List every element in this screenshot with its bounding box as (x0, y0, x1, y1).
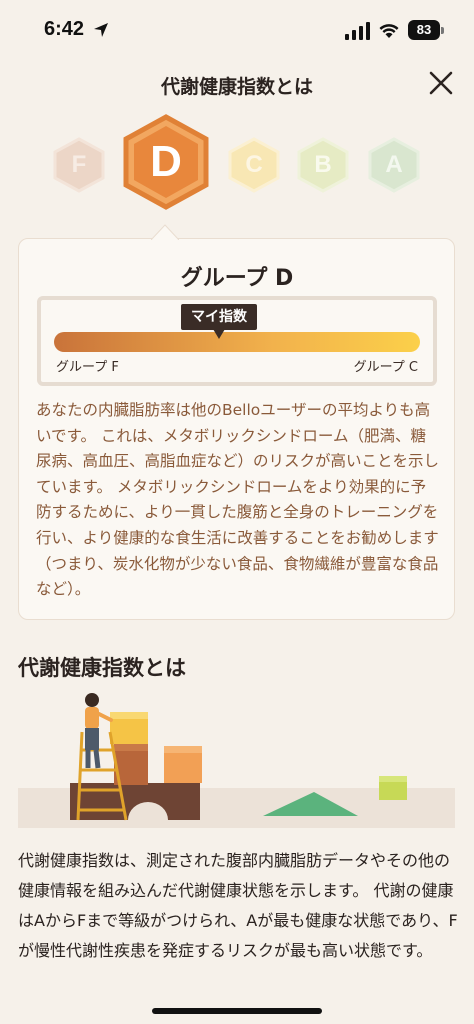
group-title: グループ D (180, 266, 294, 291)
grade-hexagon-row: F D C B A (0, 110, 474, 220)
wifi-icon (379, 24, 399, 38)
grade-letter-b: B (314, 151, 332, 178)
close-icon[interactable] (428, 70, 454, 96)
section-title: 代謝健康指数とは (18, 656, 186, 680)
my-index-marker: マイ指数 (181, 304, 257, 330)
gauge-bar (54, 332, 420, 352)
my-index-marker-pointer (213, 329, 225, 339)
grade-hex-a[interactable]: A (368, 137, 420, 193)
gauge-label-right: グループ C (353, 360, 418, 375)
status-bar: 6:42 83 (0, 0, 474, 62)
metabolic-blocks-illustration (18, 693, 455, 828)
home-indicator[interactable] (152, 1008, 322, 1014)
cellular-signal-icon (345, 22, 370, 40)
page-title: 代謝健康指数とは (160, 76, 313, 98)
grade-letter-d: D (150, 137, 182, 186)
grade-hex-d[interactable]: D (122, 114, 210, 210)
grade-hex-b[interactable]: B (297, 137, 349, 193)
grade-letter-a: A (385, 151, 403, 178)
grade-letter-f: F (71, 151, 87, 178)
gauge-label-left: グループ F (56, 360, 119, 375)
grade-hex-f[interactable]: F (53, 137, 105, 193)
battery-indicator: 83 (408, 20, 444, 40)
group-description: あなたの内臓脂肪率は他のBelloユーザーの平均よりも高いです。 これは、メタボ… (36, 401, 440, 599)
grade-hex-c[interactable]: C (228, 137, 280, 193)
card-pointer (151, 224, 179, 240)
section-body: 代謝健康指数は、測定された腹部内臓脂肪データやその他の健康情報を組み込んだ代謝健… (18, 851, 458, 960)
status-time: 6:42 (44, 18, 85, 40)
grade-letter-c: C (245, 151, 263, 178)
location-arrow-icon (94, 23, 108, 37)
